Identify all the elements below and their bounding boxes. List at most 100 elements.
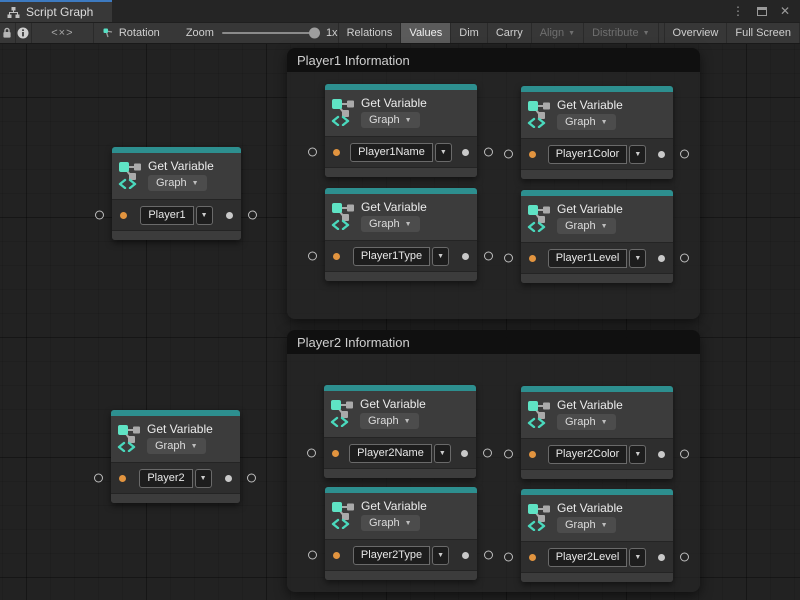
input-port[interactable] [308,148,317,157]
value-output-dot[interactable] [658,554,665,561]
value-output-dot[interactable] [658,451,665,458]
variable-input-dot[interactable] [119,475,126,482]
values-button[interactable]: Values [401,23,451,43]
input-port[interactable] [94,474,103,483]
variable-name-dropdown[interactable]: Player1Color ▼ [548,145,647,164]
node-header[interactable]: Get Variable Graph ▼ [325,194,477,240]
dim-button[interactable]: Dim [451,23,488,43]
zoom-slider[interactable] [222,32,318,34]
maximize-icon[interactable] [757,7,767,16]
variable-input-dot[interactable] [529,554,536,561]
node-header[interactable]: Get Variable Graph ▼ [324,391,476,437]
output-port[interactable] [680,150,689,159]
node-header[interactable]: Get Variable Graph ▼ [325,90,477,136]
output-port[interactable] [484,252,493,261]
output-port[interactable] [248,211,257,220]
input-port[interactable] [307,449,316,458]
relations-button[interactable]: Relations [338,23,402,43]
variable-name-dropdown[interactable]: Player2 ▼ [139,469,211,488]
get-variable-node-player1name[interactable]: Get Variable Graph ▼ Player1Name ▼ [325,84,477,177]
value-output-dot[interactable] [226,212,233,219]
overview-button[interactable]: Overview [664,23,728,43]
variable-name-dropdown[interactable]: Player2Name ▼ [349,444,451,463]
variable-kind-dropdown[interactable]: Graph ▼ [361,112,420,128]
output-port[interactable] [484,148,493,157]
variable-kind-dropdown[interactable]: Graph ▼ [361,515,420,531]
value-output-dot[interactable] [462,253,469,260]
get-variable-node-player2level[interactable]: Get Variable Graph ▼ Player2Level ▼ [521,489,673,582]
variable-input-dot[interactable] [333,253,340,260]
variable-kind-dropdown[interactable]: Graph ▼ [557,517,616,533]
zoom-slider-knob[interactable] [309,28,320,39]
output-port[interactable] [680,254,689,263]
variable-name-dropdown[interactable]: Player1Name ▼ [350,143,452,162]
lock-button[interactable] [0,23,16,43]
variable-input-dot[interactable] [120,212,127,219]
output-port[interactable] [680,553,689,562]
graph-canvas[interactable]: Player1 Information Player2 Information … [0,44,800,600]
info-button[interactable] [16,23,32,43]
variable-input-dot[interactable] [529,151,536,158]
input-port[interactable] [95,211,104,220]
get-variable-node-player1type[interactable]: Get Variable Graph ▼ Player1Type ▼ [325,188,477,281]
variable-input-dot[interactable] [529,451,536,458]
node-header[interactable]: Get Variable Graph ▼ [521,92,673,138]
variable-name-dropdown[interactable]: Player2Level ▼ [548,548,647,567]
value-output-dot[interactable] [462,149,469,156]
get-variable-node-player2[interactable]: Get Variable Graph ▼ Player2 ▼ [111,410,240,503]
code-view-button[interactable]: <×> [32,23,94,43]
node-header[interactable]: Get Variable Graph ▼ [521,392,673,438]
variable-input-dot[interactable] [333,552,340,559]
variable-input-dot[interactable] [529,255,536,262]
variable-name-dropdown[interactable]: Player2Type ▼ [353,546,449,565]
variable-kind-dropdown[interactable]: Graph ▼ [361,216,420,232]
variable-name-dropdown[interactable]: Player1Type ▼ [353,247,449,266]
variable-kind-dropdown[interactable]: Graph ▼ [148,175,207,191]
value-output-dot[interactable] [658,255,665,262]
node-header[interactable]: Get Variable Graph ▼ [325,493,477,539]
variable-input-dot[interactable] [332,450,339,457]
value-output-dot[interactable] [225,475,232,482]
input-port[interactable] [308,551,317,560]
get-variable-node-player1color[interactable]: Get Variable Graph ▼ Player1Color ▼ [521,86,673,179]
full-screen-button[interactable]: Full Screen [727,23,800,43]
output-port[interactable] [483,449,492,458]
variable-kind-dropdown[interactable]: Graph ▼ [557,414,616,430]
get-variable-node-player2type[interactable]: Get Variable Graph ▼ Player2Type ▼ [325,487,477,580]
value-output-dot[interactable] [462,552,469,559]
node-header[interactable]: Get Variable Graph ▼ [111,416,240,462]
variable-kind-dropdown[interactable]: Graph ▼ [147,438,206,454]
input-port[interactable] [504,254,513,263]
group-header[interactable]: Player1 Information [287,48,700,72]
get-variable-node-player2name[interactable]: Get Variable Graph ▼ Player2Name ▼ [324,385,476,478]
input-port[interactable] [504,450,513,459]
input-port[interactable] [308,252,317,261]
output-port[interactable] [247,474,256,483]
align-button[interactable]: Align ▼ [532,23,584,43]
variable-name-dropdown[interactable]: Player1 ▼ [140,206,212,225]
input-port[interactable] [504,150,513,159]
variable-kind-dropdown[interactable]: Graph ▼ [557,114,616,130]
node-header[interactable]: Get Variable Graph ▼ [521,495,673,541]
variable-kind-dropdown[interactable]: Graph ▼ [557,218,616,234]
tab-script-graph[interactable]: Script Graph [0,0,112,22]
value-output-dot[interactable] [461,450,468,457]
close-icon[interactable]: ✕ [780,5,790,17]
variable-kind-dropdown[interactable]: Graph ▼ [360,413,419,429]
group-header[interactable]: Player2 Information [287,330,700,354]
variable-input-dot[interactable] [333,149,340,156]
value-output-dot[interactable] [658,151,665,158]
node-header[interactable]: Get Variable Graph ▼ [521,196,673,242]
variable-name-dropdown[interactable]: Player2Color ▼ [548,445,647,464]
kebab-menu-icon[interactable]: ⋮ [732,5,744,17]
input-port[interactable] [504,553,513,562]
output-port[interactable] [680,450,689,459]
get-variable-node-player1[interactable]: Get Variable Graph ▼ Player1 ▼ [112,147,241,240]
carry-button[interactable]: Carry [488,23,532,43]
variable-name-dropdown[interactable]: Player1Level ▼ [548,249,647,268]
node-header[interactable]: Get Variable Graph ▼ [112,153,241,199]
output-port[interactable] [484,551,493,560]
distribute-button[interactable]: Distribute ▼ [584,23,658,43]
get-variable-node-player1level[interactable]: Get Variable Graph ▼ Player1Level ▼ [521,190,673,283]
rotation-control[interactable]: Rotation [94,23,170,43]
